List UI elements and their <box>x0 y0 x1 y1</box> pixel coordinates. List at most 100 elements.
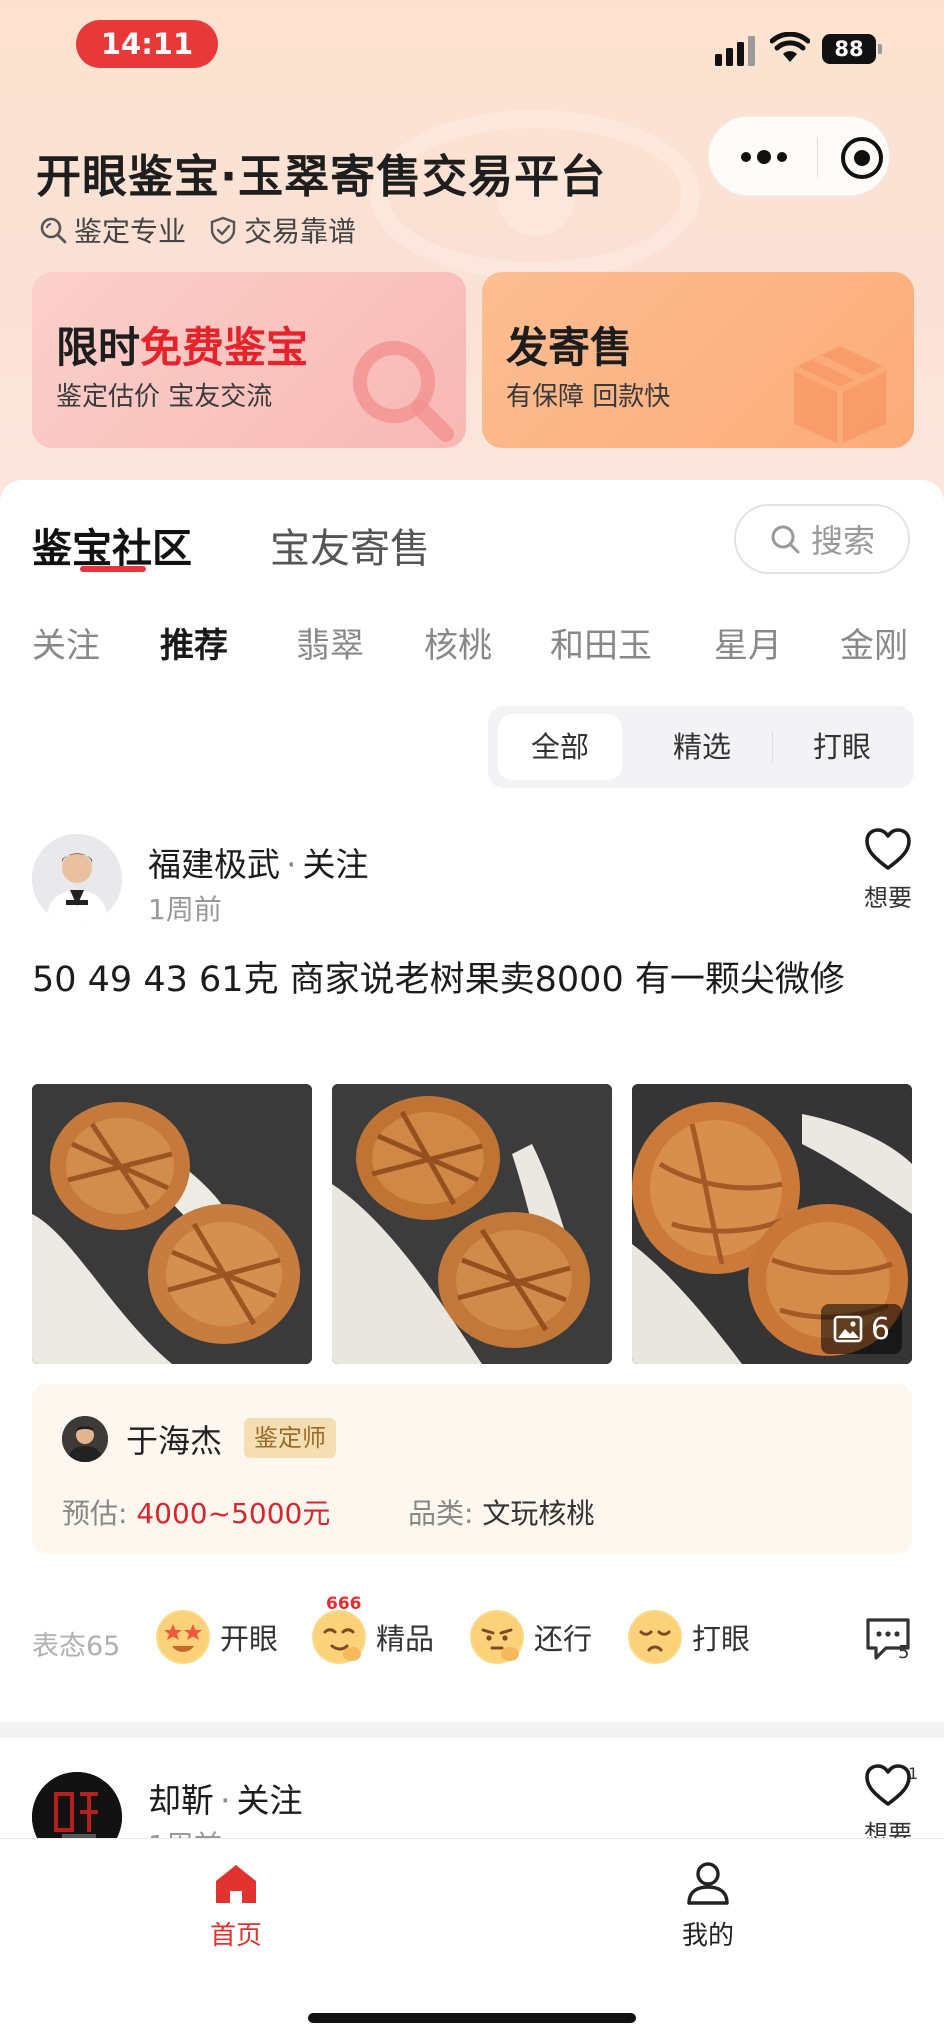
tab-consign[interactable]: 宝友寄售 <box>270 516 430 574</box>
search-label: 搜索 <box>810 522 875 560</box>
category-walnut[interactable]: 核桃 <box>424 618 492 667</box>
tab-mine-label: 我的 <box>681 1921 734 1951</box>
home-indicator <box>308 2013 636 2023</box>
filter-mistake[interactable]: 打眼 <box>780 714 904 780</box>
user-icon <box>687 1862 729 1905</box>
free-appraisal-card[interactable]: 限时免费鉴宝 鉴定估价 宝友交流 <box>32 272 466 448</box>
more-icon[interactable] <box>737 139 791 175</box>
segment-divider <box>772 732 773 762</box>
app-title: 开眼鉴宝·玉翠寄售交易平台 <box>36 150 607 203</box>
want-button[interactable]: 想要 <box>858 826 918 913</box>
avatar-image <box>32 834 122 924</box>
search-button[interactable]: 搜索 <box>734 504 910 574</box>
post-photo[interactable]: 6 <box>632 1084 912 1364</box>
reaction-label: 精品 <box>376 1622 435 1656</box>
category-jadeite[interactable]: 翡翠 <box>296 618 364 667</box>
promo-title: 限时免费鉴宝 <box>56 314 308 375</box>
filter-featured[interactable]: 精选 <box>640 714 764 780</box>
author-name[interactable]: 却靳 <box>148 1781 214 1820</box>
tag-reliable: 交易靠谱 <box>208 210 356 250</box>
post-card: 却靳·关注 1周前 1 想要 <box>0 1738 944 1838</box>
wifi-icon <box>770 32 810 62</box>
battery-icon: 88 <box>822 34 882 64</box>
estimate-value: 4000~5000元 <box>136 1497 331 1530</box>
category-xingyue[interactable]: 星月 <box>714 618 782 667</box>
filter-segment: 全部 精选 打眼 <box>488 706 914 788</box>
follow-button[interactable]: 关注 <box>237 1781 303 1820</box>
reaction-mistake[interactable]: 打眼 <box>628 1610 750 1664</box>
header-tags: 鉴定专业 交易靠谱 <box>38 210 356 250</box>
reaction-premium[interactable]: 666 精品 <box>312 1594 435 1664</box>
post-author-line: 却靳 · 关注 <box>148 1774 303 1822</box>
hmm-emoji-icon <box>470 1610 524 1664</box>
want-label: 想要 <box>864 884 912 912</box>
capsule-divider <box>817 137 818 177</box>
promo-desc: 鉴定估价 宝友交流 <box>56 382 273 412</box>
promo-title-prefix: 限时 <box>56 323 141 372</box>
promo-title-highlight: 免费鉴宝 <box>140 323 309 372</box>
reaction-total: 表态65 <box>32 1631 121 1662</box>
avatar[interactable] <box>32 834 122 924</box>
appraiser-name[interactable]: 于海杰 <box>126 1416 222 1462</box>
comment-count: 5 <box>898 1642 910 1663</box>
close-target-icon[interactable] <box>839 135 885 181</box>
want-label: 想要 <box>864 1820 912 1838</box>
consign-card[interactable]: 发寄售 有保障 回款快 <box>482 272 914 448</box>
appraiser-badge: 鉴定师 <box>244 1418 336 1458</box>
search-icon <box>771 525 800 554</box>
search-icon <box>40 217 67 244</box>
miniprogram-capsule <box>708 116 890 196</box>
estimate-row: 预估: 4000~5000元 <box>62 1492 330 1532</box>
walnut-photo <box>32 1084 312 1364</box>
tag-professional: 鉴定专业 <box>38 210 186 250</box>
appraiser-avatar-image <box>62 1416 108 1462</box>
package-icon <box>792 346 888 444</box>
thinking-emoji-icon: 666 <box>312 1594 366 1664</box>
reaction-eye-opening[interactable]: 开眼 <box>156 1610 278 1664</box>
tag-label: 交易靠谱 <box>244 215 357 248</box>
post-card: 福建极武 · 关注 1周前 想要 50 49 43 61克 商家说老树果卖8000 … <box>0 826 944 1706</box>
category-recommend[interactable]: 推荐 <box>160 618 228 667</box>
category-jingang[interactable]: 金刚 <box>840 618 908 667</box>
photo-count: 6 <box>870 1311 890 1347</box>
avatar-image <box>32 1772 122 1838</box>
shield-icon <box>210 216 236 245</box>
separator-dot: · <box>286 845 297 884</box>
tab-home[interactable]: 首页 <box>166 1859 306 1952</box>
promo-desc: 有保障 回款快 <box>506 382 671 412</box>
category-label: 品类: <box>408 1497 474 1530</box>
want-button[interactable]: 1 想要 <box>858 1762 918 1838</box>
sad-emoji-icon <box>628 1610 682 1664</box>
post-photo[interactable] <box>332 1084 612 1364</box>
appraisal-box[interactable]: 于海杰 鉴定师 预估: 4000~5000元 品类: 文玩核桃 <box>32 1384 912 1554</box>
post-separator <box>0 1722 944 1738</box>
reaction-label: 打眼 <box>692 1622 751 1656</box>
separator-dot: · <box>220 1781 231 1820</box>
status-time: 14:11 <box>76 20 218 68</box>
category-tabs: 关注 推荐 翡翠 核桃 和田玉 星月 金刚 <box>0 618 944 678</box>
active-tab-indicator <box>80 566 146 572</box>
photo-count-badge: 6 <box>820 1304 902 1354</box>
post-time: 1周前 <box>148 1824 222 1838</box>
walnut-photo <box>332 1084 612 1364</box>
author-name[interactable]: 福建极武 <box>148 845 280 884</box>
magnifier-icon <box>353 341 454 442</box>
avatar[interactable] <box>32 1772 122 1838</box>
filter-all[interactable]: 全部 <box>498 714 622 780</box>
reaction-label: 开眼 <box>220 1622 279 1656</box>
category-follow[interactable]: 关注 <box>32 618 100 667</box>
want-count: 1 <box>908 1764 919 1783</box>
tab-mine[interactable]: 我的 <box>638 1859 778 1952</box>
appraiser-avatar[interactable] <box>62 1416 108 1462</box>
post-photo[interactable] <box>32 1084 312 1364</box>
reaction-ok[interactable]: 还行 <box>470 1610 592 1664</box>
follow-button[interactable]: 关注 <box>303 845 369 884</box>
post-time: 1周前 <box>148 893 222 926</box>
signal-icon <box>715 36 755 66</box>
bottom-tab-bar: 首页 我的 <box>0 1838 944 2038</box>
post-text[interactable]: 50 49 43 61克 商家说老树果卖8000 有一颗尖微修 <box>32 954 912 1006</box>
promo-title: 发寄售 <box>506 323 633 372</box>
home-icon <box>216 1865 256 1903</box>
star-eyes-emoji-icon <box>156 1610 210 1664</box>
category-hetian-jade[interactable]: 和田玉 <box>550 618 652 667</box>
